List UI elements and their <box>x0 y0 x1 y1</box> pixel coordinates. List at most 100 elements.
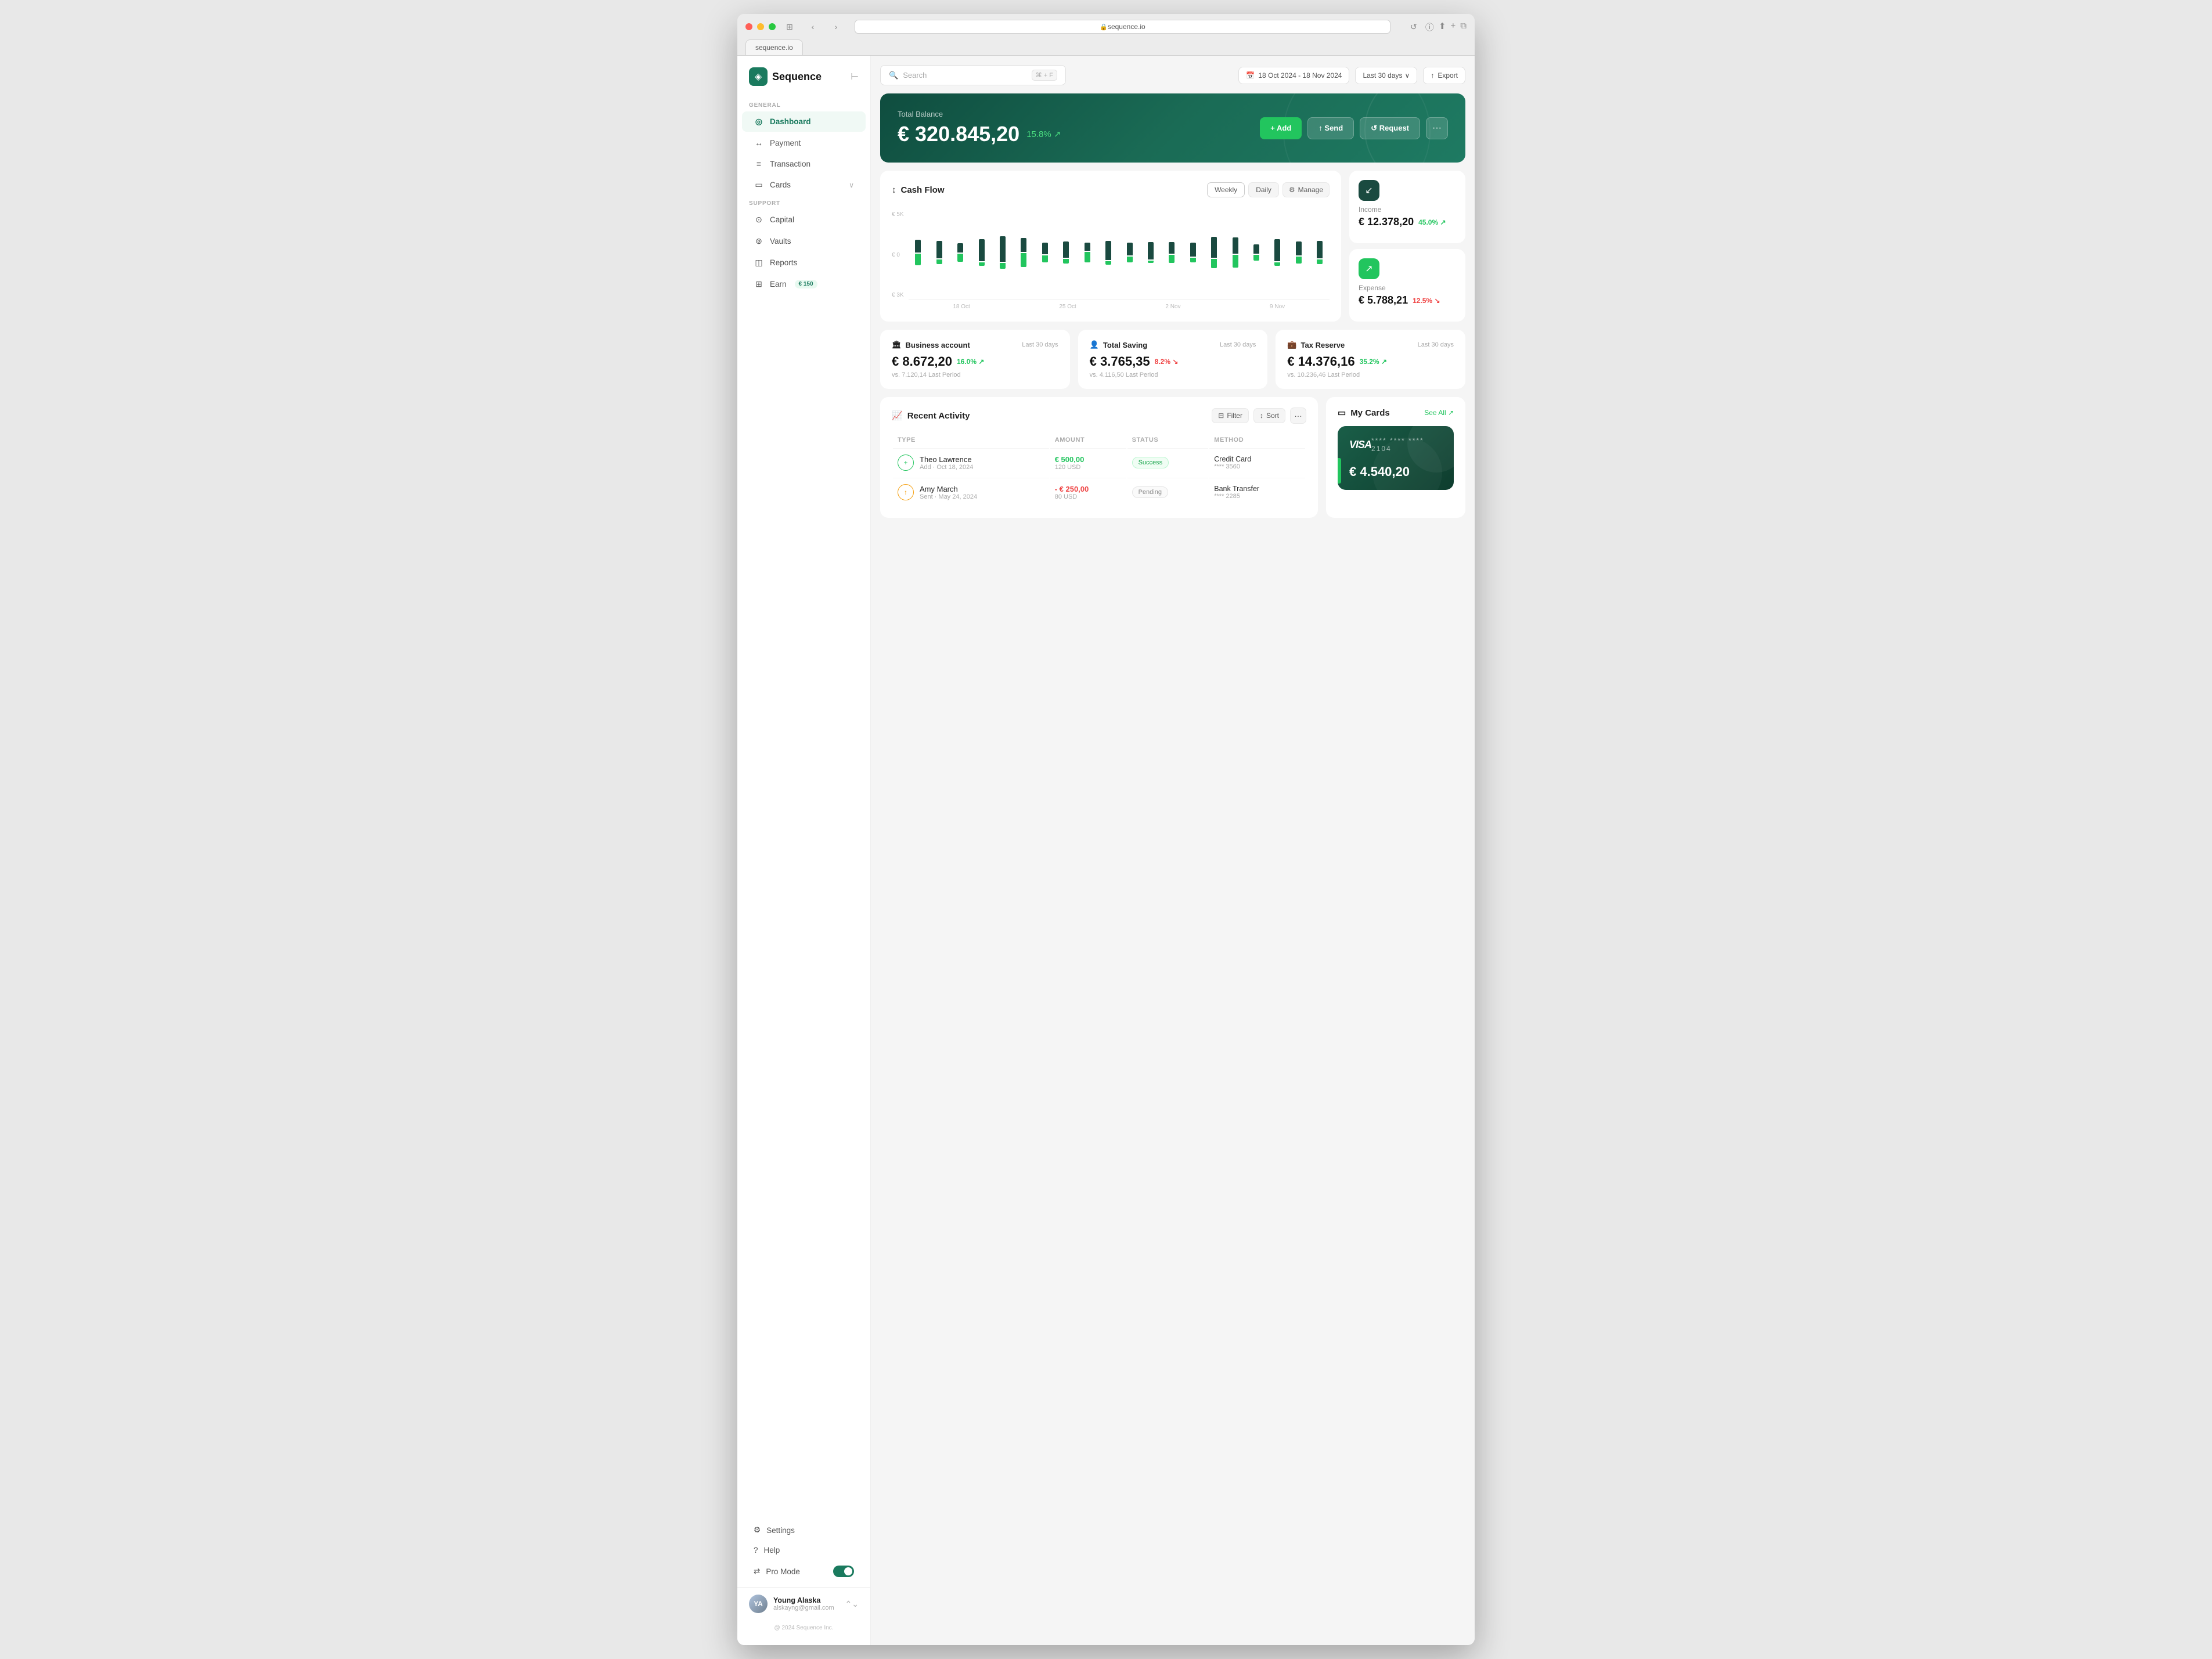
add-button[interactable]: + Add <box>1260 117 1302 139</box>
cashflow-header: ↕ Cash Flow Weekly Daily ⚙ Manage <box>892 182 1330 197</box>
new-tab-icon[interactable]: + <box>1451 21 1456 33</box>
my-cards-header: ▭ My Cards See All ↗ <box>1338 407 1454 418</box>
back-icon[interactable]: ‹ <box>806 20 820 34</box>
address-bar[interactable]: 🔒 sequence.io <box>855 20 1390 34</box>
sidebar-item-transaction[interactable]: ≡ Transaction <box>742 154 866 174</box>
stat-header: 💼 Tax Reserve Last 30 days <box>1287 340 1454 349</box>
fullscreen-dot[interactable] <box>769 23 776 30</box>
topbar: 🔍 Search ⌘ + F 📅 18 Oct 2024 - 18 Nov 20… <box>880 65 1465 85</box>
stat-header: 🏛 Business account Last 30 days <box>892 340 1058 349</box>
visa-logo: VISA <box>1349 439 1371 451</box>
refresh-icon[interactable]: ↺ <box>1407 20 1421 34</box>
share-icon[interactable]: ⬆ <box>1439 21 1446 33</box>
help-icon: ? <box>754 1546 758 1555</box>
balance-info: Total Balance € 320.845,20 15.8% ↗ <box>898 110 1061 146</box>
stat-card-business: 🏛 Business account Last 30 days € 8.672,… <box>880 330 1070 389</box>
chart-x-label: 25 Oct <box>1059 304 1076 310</box>
middle-row: ↕ Cash Flow Weekly Daily ⚙ Manage <box>880 171 1465 322</box>
profile-icon[interactable]: ⓘ <box>1425 21 1434 33</box>
bar-positive <box>1148 242 1154 259</box>
sort-button[interactable]: ↕ Sort <box>1253 408 1285 423</box>
pro-mode-row: ⇄ Pro Mode <box>742 1560 866 1582</box>
search-box[interactable]: 🔍 Search ⌘ + F <box>880 65 1066 85</box>
send-button[interactable]: ↑ Send <box>1307 117 1354 139</box>
bar-group <box>1204 209 1223 296</box>
stat-header: 👤 Total Saving Last 30 days <box>1090 340 1256 349</box>
export-button[interactable]: ↑ Export <box>1423 67 1465 84</box>
bar-group <box>1120 209 1139 296</box>
cards-chevron-icon: ∨ <box>849 181 854 189</box>
windows-icon[interactable]: ⧉ <box>1460 21 1467 33</box>
weekly-button[interactable]: Weekly <box>1207 182 1245 197</box>
bar-negative <box>915 254 921 265</box>
bar-negative <box>1190 258 1196 262</box>
sidebar-label-earn: Earn <box>770 280 787 288</box>
gear-icon: ⚙ <box>1289 186 1295 194</box>
expense-arrow-icon: ↘ <box>1434 297 1440 305</box>
date-range-button[interactable]: 📅 18 Oct 2024 - 18 Nov 2024 <box>1238 67 1349 84</box>
card-accent-line <box>1338 458 1341 484</box>
bar-positive <box>979 239 985 262</box>
bar-negative <box>1105 261 1111 265</box>
manage-button[interactable]: ⚙ Manage <box>1282 182 1330 197</box>
pro-mode-toggle[interactable] <box>833 1566 854 1577</box>
bar-group <box>950 209 970 296</box>
sidebar-label-vaults: Vaults <box>770 237 791 246</box>
sidebar-item-capital[interactable]: ⊙ Capital <box>742 210 866 230</box>
balance-amount: € 320.845,20 15.8% ↗ <box>898 122 1061 146</box>
balance-value: € 320.845,20 <box>898 122 1019 146</box>
export-label: Export <box>1438 71 1458 80</box>
bar-group <box>1035 209 1054 296</box>
bar-negative <box>1253 255 1259 261</box>
sidebar-label-payment: Payment <box>770 139 801 147</box>
daily-button[interactable]: Daily <box>1248 182 1279 197</box>
search-placeholder: Search <box>903 71 927 80</box>
activity-method-cell: Credit Card **** 3560 <box>1209 448 1305 477</box>
sidebar-item-vaults[interactable]: ⊚ Vaults <box>742 231 866 251</box>
table-row[interactable]: + Theo Lawrence Add · Oct 18, 2024 € 500… <box>893 448 1305 477</box>
see-all-link[interactable]: See All ↗ <box>1424 409 1454 417</box>
sidebar-item-reports[interactable]: ◫ Reports <box>742 253 866 273</box>
filter-button[interactable]: ⊟ Filter <box>1212 408 1249 423</box>
bar-group <box>909 209 928 296</box>
logo-text: Sequence <box>772 71 822 83</box>
my-cards-title: ▭ My Cards <box>1338 407 1390 418</box>
close-dot[interactable] <box>745 23 752 30</box>
period-label: Last 30 days <box>1363 71 1402 80</box>
minimize-dot[interactable] <box>757 23 764 30</box>
sidebar-item-dashboard[interactable]: ◎ Dashboard <box>742 111 866 132</box>
activity-amount-sub: 80 USD <box>1055 493 1122 500</box>
income-card: ↙ Income € 12.378,20 45.0% ↗ <box>1349 171 1465 243</box>
period-button[interactable]: Last 30 days ∨ <box>1355 67 1417 84</box>
reports-icon: ◫ <box>754 258 764 268</box>
stat-title: 🏛 Business account <box>892 340 970 349</box>
sidebar-label-capital: Capital <box>770 215 794 224</box>
activity-method-cell: Bank Transfer **** 2285 <box>1209 478 1305 506</box>
sidebar-item-help[interactable]: ? Help <box>742 1541 866 1560</box>
bar-group <box>930 209 949 296</box>
sidebar-label-settings: Settings <box>766 1526 795 1535</box>
chart-x-label: 18 Oct <box>953 304 970 310</box>
activity-more-button[interactable]: ··· <box>1290 407 1306 424</box>
more-button[interactable]: ··· <box>1426 117 1448 139</box>
visa-header: VISA **** **** **** 2104 <box>1349 437 1442 453</box>
activity-amount-cell: - € 250,00 80 USD <box>1050 478 1126 506</box>
browser-tab[interactable]: sequence.io <box>745 39 803 55</box>
activity-status-cell: Success <box>1127 448 1209 477</box>
chart-x-label: 9 Nov <box>1270 304 1285 310</box>
activity-table: TYPE AMOUNT STATUS METHOD + Theo Lawrenc… <box>892 432 1306 507</box>
forward-icon[interactable]: › <box>829 20 843 34</box>
sidebar-label-transaction: Transaction <box>770 160 810 168</box>
table-row[interactable]: ↑ Amy March Sent · May 24, 2024 - € 250,… <box>893 478 1305 506</box>
sidebar-item-cards[interactable]: ▭ Cards ∨ <box>742 175 866 195</box>
sidebar-item-earn[interactable]: ⊞ Earn € 150 <box>742 274 866 294</box>
user-profile-row[interactable]: YA Young Alaska alskayng@gmail.com ⌃⌄ <box>737 1587 870 1620</box>
bar-group <box>1183 209 1202 296</box>
bar-positive <box>1296 241 1302 256</box>
sidebar-item-payment[interactable]: ↔ Payment <box>742 133 866 153</box>
sidebar-toggle-icon[interactable]: ⊞ <box>783 20 797 34</box>
request-button[interactable]: ↺ Request <box>1360 117 1420 139</box>
stat-card-saving: 👤 Total Saving Last 30 days € 3.765,35 8… <box>1078 330 1268 389</box>
sidebar-item-settings[interactable]: ⚙ Settings <box>742 1520 866 1540</box>
sidebar-collapse-icon[interactable]: ⊢ <box>851 71 859 82</box>
